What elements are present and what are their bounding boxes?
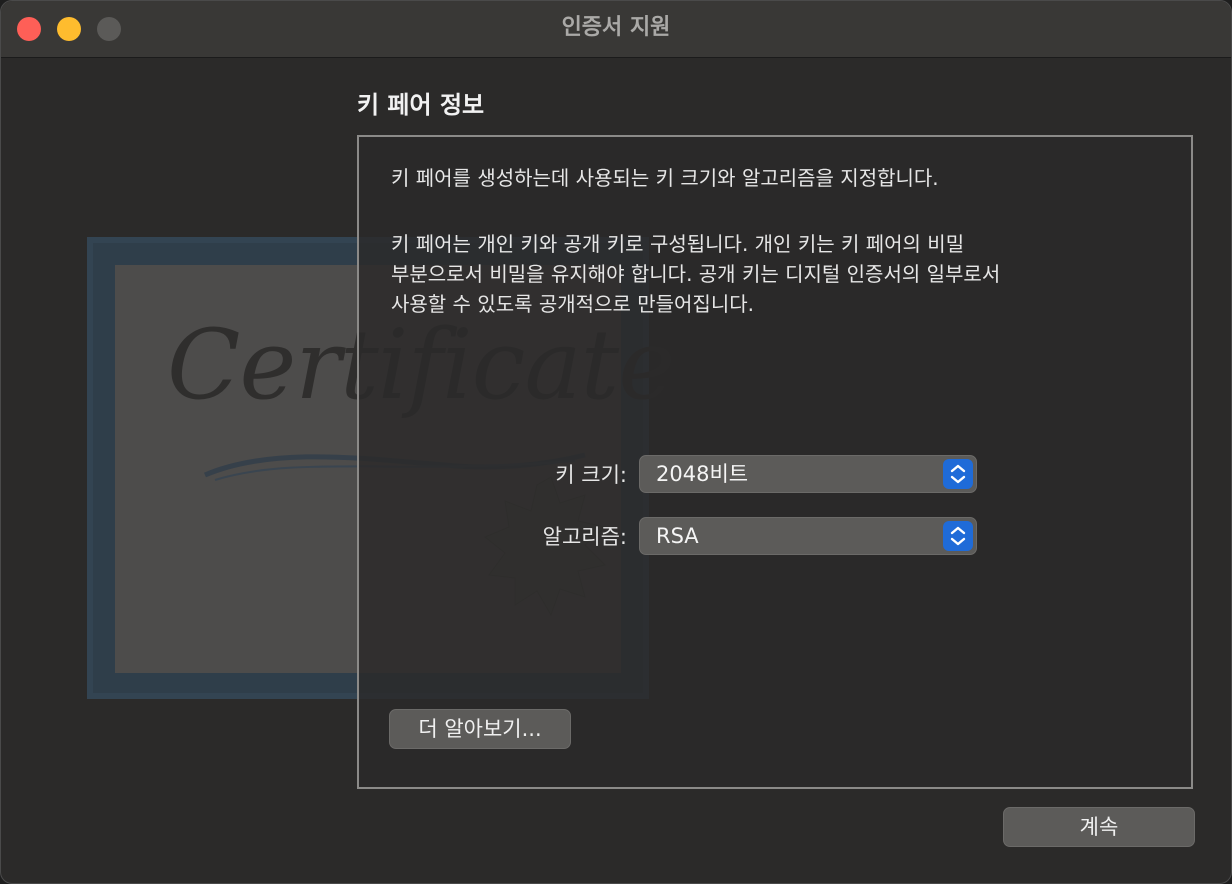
description-key-pair: 키 페어는 개인 키와 공개 키로 구성됩니다. 개인 키는 키 페어의 비밀 … [391,232,1001,316]
chevron-up-down-icon [943,521,973,551]
continue-button[interactable]: 계속 [1003,807,1195,847]
description-key-size: 키 페어를 생성하는데 사용되는 키 크기와 알고리즘을 지정합니다. [391,166,939,190]
title-bar: 인증서 지원 [1,1,1231,58]
learn-more-button[interactable]: 더 알아보기... [389,709,571,749]
key-size-value: 2048비트 [656,462,749,486]
algorithm-label: 알고리즘: [542,525,627,549]
algorithm-select[interactable]: RSA [639,517,977,555]
algorithm-value: RSA [656,524,699,548]
key-size-select[interactable]: 2048비트 [639,455,977,493]
window-title: 인증서 지원 [561,15,671,40]
chevron-up-down-icon [943,459,973,489]
section-title: 키 페어 정보 [357,91,485,119]
certificate-assistant-window: 인증서 지원 Certificate 키 페어 정보 키 페어를 생성하는데 사… [0,0,1232,884]
key-pair-info-panel: 키 페어를 생성하는데 사용되는 키 크기와 알고리즘을 지정합니다. 키 페어… [357,135,1193,789]
key-size-label: 키 크기: [555,463,627,487]
